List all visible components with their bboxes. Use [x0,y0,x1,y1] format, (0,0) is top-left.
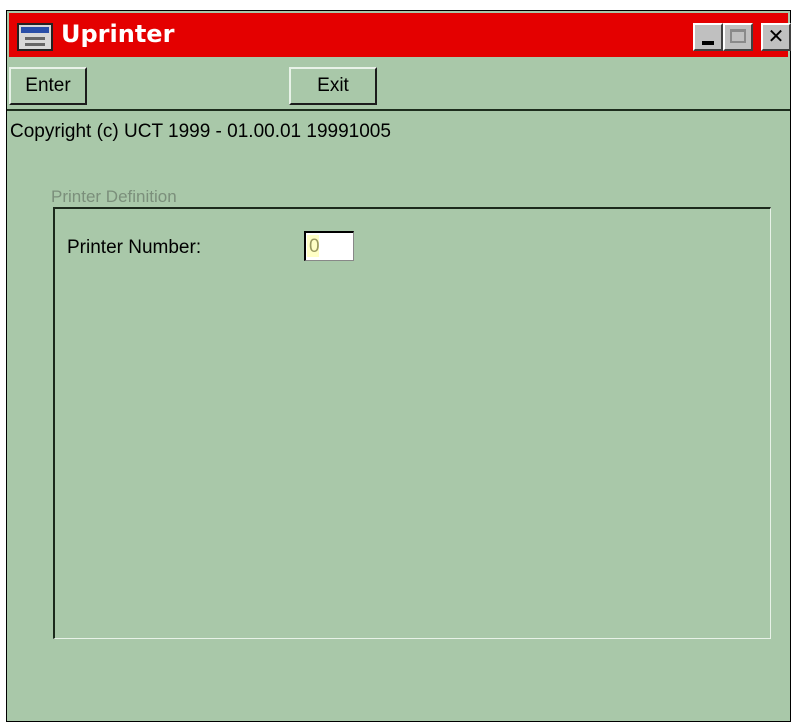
copyright-text: Copyright (c) UCT 1999 - 01.00.01 199910… [10,121,391,142]
maximize-icon [730,29,746,43]
enter-button[interactable]: Enter [9,67,87,105]
app-window-icon[interactable] [17,23,53,51]
minimize-button[interactable] [693,23,723,51]
title-bar[interactable]: Uprinter ✕ [9,13,791,57]
minimize-icon [702,41,714,45]
toolbar-divider [7,109,790,111]
printer-number-label: Printer Number: [67,237,202,258]
uprinter-window: Uprinter ✕ Enter Exit Copyright (c) UCT … [6,10,791,722]
maximize-button[interactable] [723,23,753,51]
window-title: Uprinter [61,20,175,48]
close-icon: ✕ [767,24,785,48]
printer-number-input[interactable] [304,231,354,261]
close-button[interactable]: ✕ [761,23,791,51]
printer-definition-title: Printer Definition [51,187,179,207]
printer-definition-group [53,207,771,639]
exit-button[interactable]: Exit [289,67,377,105]
